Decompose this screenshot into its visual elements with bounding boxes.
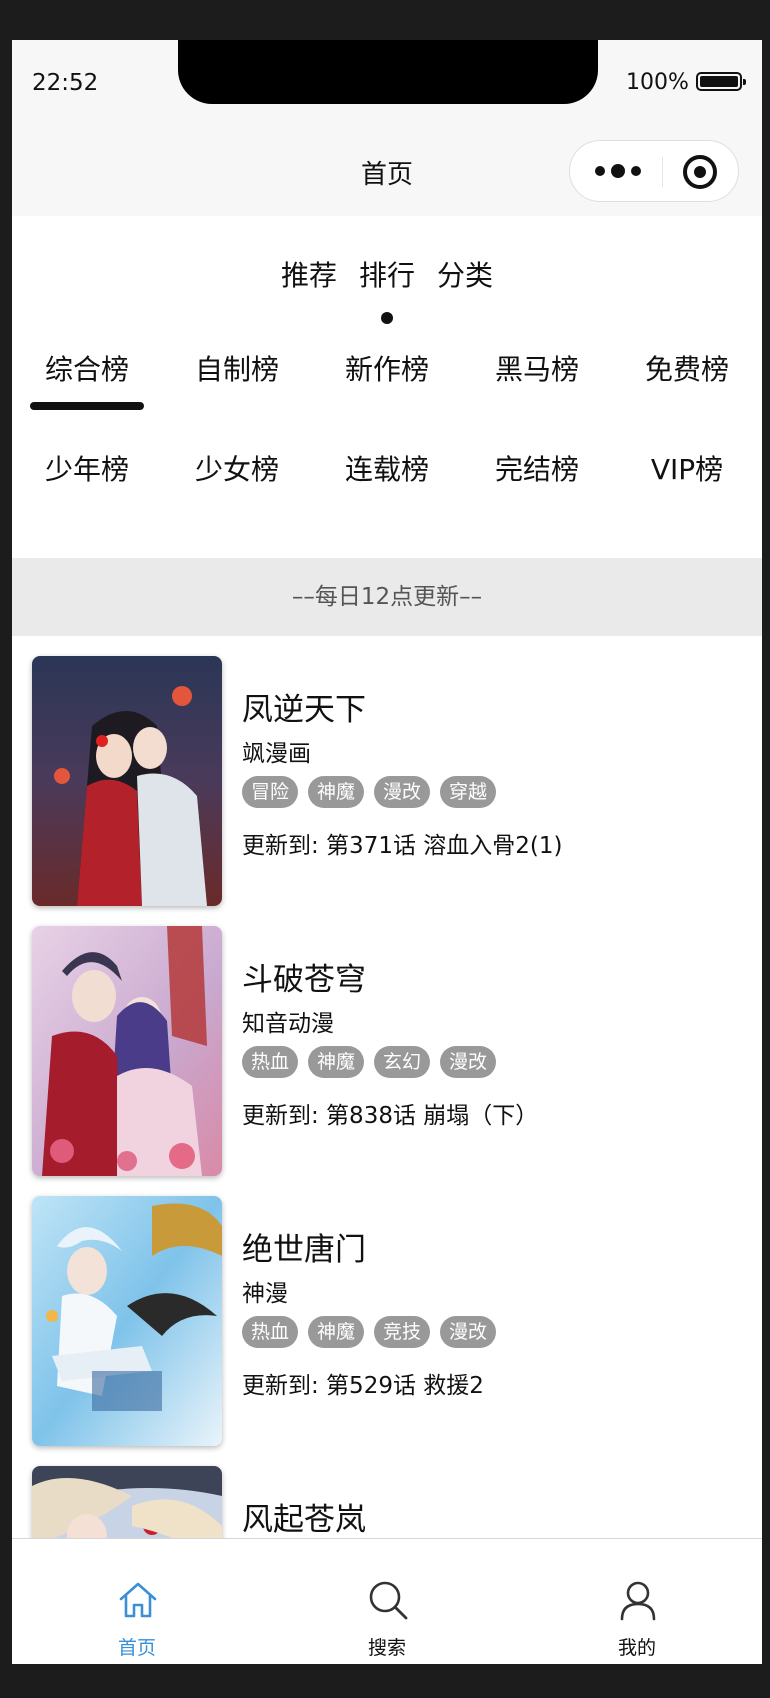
rank-tab-darkhorse[interactable]: 黑马榜	[462, 330, 612, 410]
rank-tab-shojo[interactable]: 少女榜	[162, 430, 312, 510]
comic-cover[interactable]	[32, 1196, 222, 1446]
list-item[interactable]: 风起苍岚	[12, 1446, 762, 1538]
comic-tags: 冒险 神魔 漫改 穿越	[242, 776, 497, 808]
tab-ranking[interactable]: 排行	[359, 216, 415, 324]
comic-title: 风起苍岚	[242, 1502, 366, 1538]
status-time: 22:52	[32, 70, 99, 96]
tag: 漫改	[374, 776, 431, 808]
tag: 神魔	[308, 1046, 365, 1078]
comic-author: 神漫	[242, 1281, 288, 1307]
tabbar-home[interactable]: 首页	[12, 1539, 262, 1664]
comic-list: 凤逆天下 飒漫画 冒险 神魔 漫改 穿越 更新到: 第371话 溶血入骨2(1)	[12, 636, 762, 1538]
comic-cover[interactable]	[32, 656, 222, 906]
battery-icon	[696, 72, 746, 91]
tag: 漫改	[440, 1316, 497, 1348]
phone-screen: 22:52 100% 首页 推荐 排行 分类 综合榜 自制榜 新作榜 黑马榜 免…	[12, 40, 762, 1664]
comic-latest-chapter: 更新到: 第838话 崩塌（下）	[242, 1103, 539, 1129]
ranking-categories: 综合榜 自制榜 新作榜 黑马榜 免费榜 少年榜 少女榜 连载榜 完结榜 VIP榜	[12, 330, 762, 556]
comic-author: 飒漫画	[242, 741, 311, 767]
rank-tab-free[interactable]: 免费榜	[612, 330, 762, 410]
comic-title: 凤逆天下	[242, 692, 366, 728]
bottom-tab-bar: 首页 搜索 我的	[12, 1538, 762, 1664]
top-bar: 22:52 100% 首页	[12, 40, 762, 216]
more-icon[interactable]	[588, 155, 660, 187]
home-icon	[119, 1582, 157, 1618]
tab-category[interactable]: 分类	[437, 216, 493, 302]
miniprogram-capsule	[569, 140, 739, 202]
list-item[interactable]: 斗破苍穹 知音动漫 热血 神魔 玄幻 漫改 更新到: 第838话 崩塌（下）	[12, 906, 762, 1176]
tag: 神魔	[308, 1316, 365, 1348]
update-notice: ––每日12点更新––	[12, 558, 762, 636]
tabbar-search[interactable]: 搜索	[262, 1539, 512, 1664]
rank-tab-ongoing[interactable]: 连载榜	[312, 430, 462, 510]
user-icon	[620, 1581, 656, 1621]
comic-tags: 热血 神魔 竞技 漫改	[242, 1316, 497, 1348]
tag: 冒险	[242, 776, 299, 808]
comic-latest-chapter: 更新到: 第529话 救援2	[242, 1373, 484, 1399]
close-target-icon[interactable]	[682, 154, 718, 190]
tag: 神魔	[308, 776, 365, 808]
rank-tab-shonen[interactable]: 少年榜	[12, 430, 162, 510]
comic-title: 绝世唐门	[242, 1232, 366, 1268]
list-item[interactable]: 凤逆天下 飒漫画 冒险 神魔 漫改 穿越 更新到: 第371话 溶血入骨2(1)	[12, 636, 762, 906]
search-icon	[369, 1581, 408, 1620]
battery-percent: 100%	[626, 70, 689, 95]
main-tabs: 推荐 排行 分类	[12, 216, 762, 324]
tab-recommend[interactable]: 推荐	[281, 216, 337, 302]
comic-tags: 热血 神魔 玄幻 漫改	[242, 1046, 497, 1078]
tag: 热血	[242, 1316, 299, 1348]
tag: 热血	[242, 1046, 299, 1078]
active-underline	[30, 402, 144, 410]
rank-tab-vip[interactable]: VIP榜	[612, 430, 762, 510]
rank-tab-completed[interactable]: 完结榜	[462, 430, 612, 510]
rank-tab-overall[interactable]: 综合榜	[12, 330, 162, 410]
tabbar-search-label: 搜索	[367, 1637, 406, 1659]
tabbar-me[interactable]: 我的	[512, 1539, 762, 1664]
active-tab-dot	[380, 312, 393, 324]
comic-title: 斗破苍穹	[242, 962, 366, 998]
tag: 竞技	[374, 1316, 431, 1348]
tag: 玄幻	[374, 1046, 431, 1078]
rank-tab-original[interactable]: 自制榜	[162, 330, 312, 410]
comic-cover[interactable]	[32, 926, 222, 1176]
tabbar-me-label: 我的	[617, 1637, 656, 1659]
notch	[178, 40, 598, 104]
tabbar-home-label: 首页	[117, 1637, 156, 1659]
rank-tab-new[interactable]: 新作榜	[312, 330, 462, 410]
list-item[interactable]: 绝世唐门 神漫 热血 神魔 竞技 漫改 更新到: 第529话 救援2	[12, 1176, 762, 1446]
tag: 漫改	[440, 1046, 497, 1078]
comic-cover[interactable]	[32, 1466, 222, 1538]
tag: 穿越	[440, 776, 497, 808]
comic-latest-chapter: 更新到: 第371话 溶血入骨2(1)	[242, 833, 563, 859]
comic-author: 知音动漫	[242, 1011, 334, 1037]
